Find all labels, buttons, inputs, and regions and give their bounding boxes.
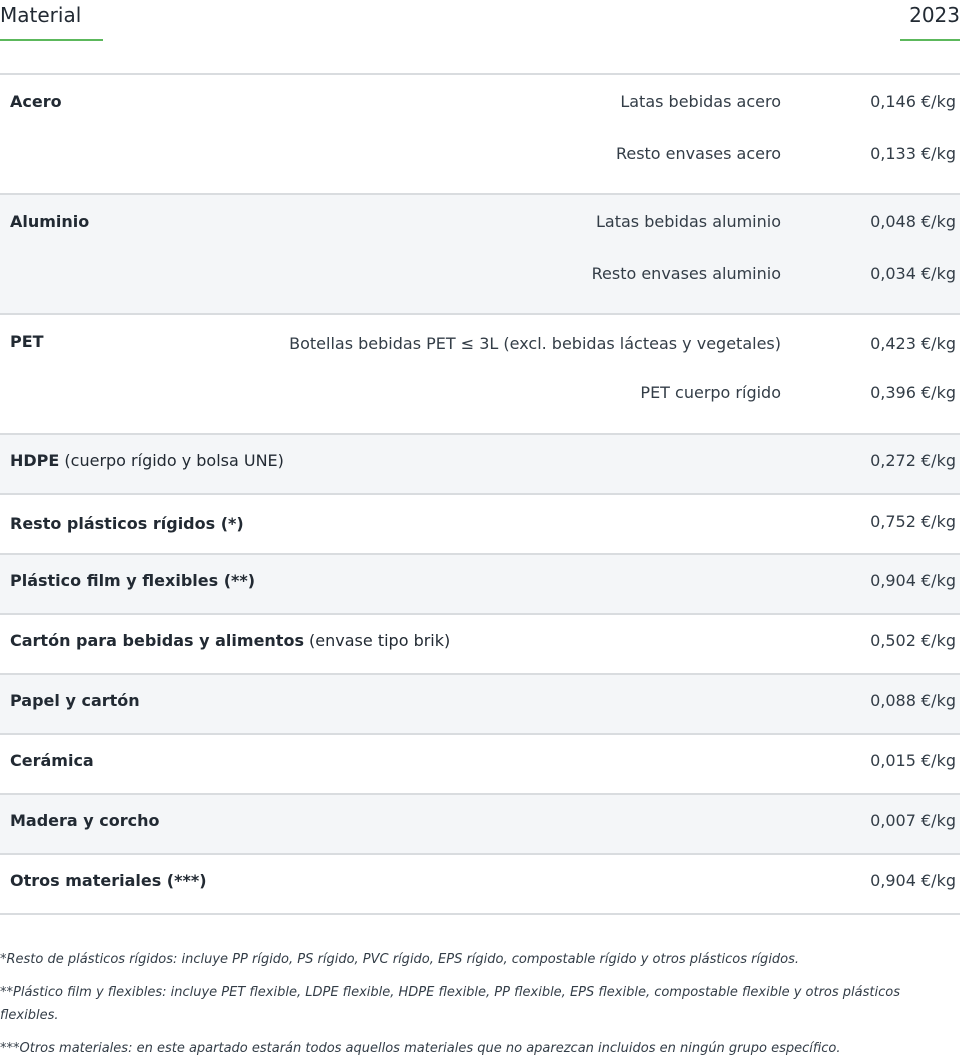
material-name: Papel y cartón [10, 691, 140, 710]
year-column-header: 2023 [909, 3, 960, 27]
price-value: 0,034 €/kg [870, 264, 956, 283]
price-value: 0,146 €/kg [870, 92, 956, 111]
table-row-papel-carton: Papel y cartón 0,088 €/kg [0, 675, 960, 735]
fee-table: Acero Latas bebidas acero 0,146 €/kg Res… [0, 73, 960, 915]
material-column-header: Material [0, 3, 82, 27]
material-name: Madera y corcho [10, 811, 160, 830]
material-name: HDPE (cuerpo rígido y bolsa UNE) [10, 451, 284, 470]
table-row-resto-plasticos: Resto plásticos rígidos (*) 0,752 €/kg [0, 495, 960, 555]
footnotes: *Resto de plásticos rígidos: incluye PP … [0, 948, 955, 1060]
material-name: Cerámica [10, 751, 94, 770]
subcategory-name: Latas bebidas acero [620, 92, 781, 111]
price-value: 0,502 €/kg [870, 631, 956, 650]
material-name: Acero [10, 92, 62, 111]
material-name: Aluminio [10, 212, 90, 231]
price-value: 0,904 €/kg [870, 871, 956, 890]
price-value: 0,007 €/kg [870, 811, 956, 830]
price-value: 0,752 €/kg [870, 512, 956, 531]
table-row-hdpe: HDPE (cuerpo rígido y bolsa UNE) 0,272 €… [0, 435, 960, 495]
material-header-underline [0, 39, 103, 41]
table-row-plastico-film: Plástico film y flexibles (**) 0,904 €/k… [0, 555, 960, 615]
price-value: 0,088 €/kg [870, 691, 956, 710]
footnote-otros-materiales: ***Otros materiales: en este apartado es… [0, 1041, 841, 1056]
table-row-pet: PET Botellas bebidas PET ≤ 3L (excl. beb… [0, 315, 960, 435]
subcategory-name: Resto envases aluminio [591, 264, 781, 283]
subcategory-name: Latas bebidas aluminio [596, 212, 781, 231]
table-row-acero: Acero Latas bebidas acero 0,146 €/kg Res… [0, 75, 960, 195]
footnote-resto-plasticos: *Resto de plásticos rígidos: incluye PP … [0, 952, 800, 967]
material-name: Resto plásticos rígidos (*) [10, 514, 244, 533]
year-header-underline [900, 39, 960, 41]
price-value: 0,272 €/kg [870, 451, 956, 470]
table-row-aluminio: Aluminio Latas bebidas aluminio 0,048 €/… [0, 195, 960, 315]
subcategory-name: Resto envases acero [615, 144, 781, 163]
table-header: Material 2023 [0, 0, 960, 42]
table-row-ceramica: Cerámica 0,015 €/kg [0, 735, 960, 795]
footnote-plastico-film: **Plástico film y flexibles: incluye PET… [0, 985, 900, 1023]
material-name: Cartón para bebidas y alimentos (envase … [10, 631, 451, 650]
material-name: PET [10, 332, 44, 351]
price-value: 0,015 €/kg [870, 751, 956, 770]
subcategory-name: Botellas bebidas PET ≤ 3L (excl. bebidas… [289, 334, 781, 353]
price-value: 0,048 €/kg [870, 212, 956, 231]
table-row-otros-materiales: Otros materiales (***) 0,904 €/kg [0, 855, 960, 915]
price-value: 0,133 €/kg [870, 144, 956, 163]
table-row-madera-corcho: Madera y corcho 0,007 €/kg [0, 795, 960, 855]
table-row-carton-bebidas: Cartón para bebidas y alimentos (envase … [0, 615, 960, 675]
price-value: 0,904 €/kg [870, 571, 956, 590]
material-name: Plástico film y flexibles (**) [10, 571, 256, 590]
subcategory-name: PET cuerpo rígido [640, 383, 781, 402]
material-name: Otros materiales (***) [10, 871, 207, 890]
price-value: 0,396 €/kg [870, 383, 956, 402]
price-value: 0,423 €/kg [870, 334, 956, 353]
